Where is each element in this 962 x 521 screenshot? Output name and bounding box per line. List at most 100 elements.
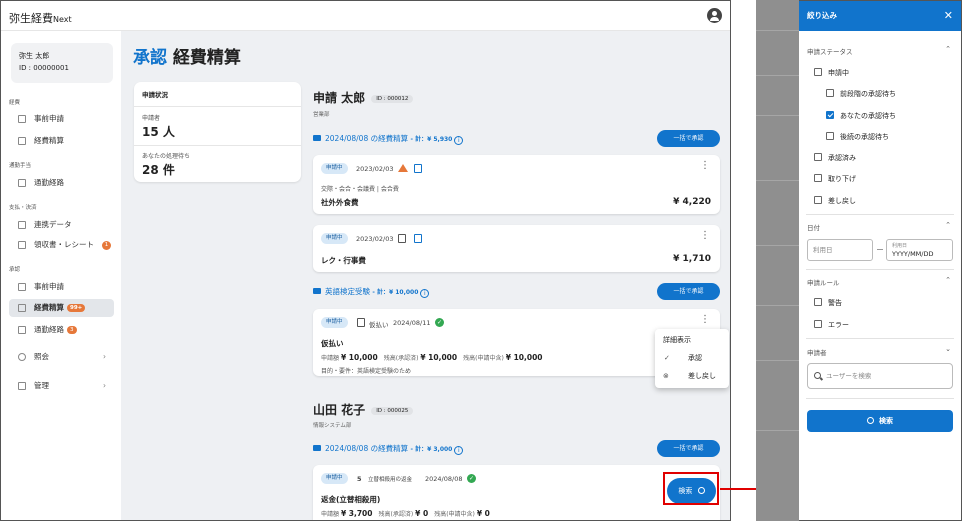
admin-icon [18,382,26,390]
checkbox-approved[interactable]: 承認済み [814,153,856,163]
info-icon[interactable]: i [420,289,430,298]
sidebar-item-query[interactable]: 照会 › [9,348,114,366]
status-chip: 申請中 [321,233,348,244]
filter-panel: 絞り込み ✕ 申請ステータス ⌃ 申請中 前段階の承認待ち あなたの承認待ち 後続… [799,0,962,521]
section-expense: 経費 [9,100,21,106]
expense-name: 社外外食費 [321,198,359,207]
applicant-section-heading: 申請者 [807,349,827,357]
user-search-input[interactable]: ユーザーを検索 [807,363,953,389]
chevron-up-icon[interactable]: ⌃ [945,221,951,229]
sidebar: 弥生 太郎 ID : 00000001 経費 事前申請 経費精算 通勤手当 通勤… [1,31,121,520]
expense-card[interactable]: 申請中 5 立替相殺用の返金 2024/08/08 ✓ 返金(立替相殺用) 申請… [313,465,720,520]
overlay-backdrop[interactable] [756,0,799,521]
more-menu-icon[interactable]: ⋮ [700,230,710,242]
bulk-approve-button[interactable]: 一括で承認 [657,440,720,457]
app-logo[interactable]: 弥生経費Next [9,10,72,26]
settlement-count-badge: 99+ [67,304,86,312]
expense-date: 2023/02/03 [356,165,394,173]
chevron-down-icon[interactable]: ⌄ [945,345,951,353]
receipt-icon [18,241,26,249]
chevron-up-icon[interactable]: ⌃ [945,276,951,284]
refund-icon: 5 [357,475,362,483]
receipt-icon [414,234,422,243]
filter-search-button[interactable]: 検索 [807,410,953,432]
menu-item-reject[interactable]: ⊗ 差し戻し [655,367,729,385]
checkbox-returned[interactable]: 差し戻し [814,196,856,206]
app-window: 弥生経費Next 弥生 太郎 ID : 00000001 経費 事前申請 経費精… [0,0,731,521]
checkbox-withdrawn[interactable]: 取り下げ [814,174,856,184]
expense-group-header[interactable]: 英語検定受験 - 計：¥ 10,000 i [313,286,430,298]
expense-group-header[interactable]: 2024/08/08 の経費精算 - 計：¥ 5,930 i [313,133,464,145]
more-menu-icon[interactable]: ⋮ [700,314,710,326]
date-to-input[interactable]: 利用日 YYYY/MM/DD [886,239,953,261]
top-bar: 弥生経費Next [1,1,730,31]
search-icon [814,372,821,379]
expense-name: 仮払い [321,339,344,348]
applicant-id-badge: ID : 000012 [371,95,414,103]
sidebar-item-commute-route[interactable]: 通勤経路 [9,174,114,192]
expense-name: レク・行事費 [321,256,366,265]
info-icon[interactable]: i [454,136,464,145]
cancel-icon: ⊗ [663,372,669,380]
info-icon[interactable]: i [454,446,464,455]
approve-doc-icon [18,304,26,312]
receipt-icon [18,137,26,145]
close-icon[interactable]: ✕ [944,1,953,31]
status-section-heading: 申請ステータス [807,48,853,56]
folder-icon [313,135,321,141]
route-count-badge: 3 [67,326,77,334]
sidebar-item-expense-settlement[interactable]: 経費精算 [9,132,114,150]
check-circle-icon: ✓ [435,318,444,327]
page-title: 承認 経費精算 [133,48,241,68]
expense-name: 返金(立替相殺用) [321,495,381,504]
expense-kind: 仮払い [369,321,389,329]
bulk-approve-button[interactable]: 一括で承認 [657,283,720,300]
expense-card[interactable]: 申請中 2023/02/03 ⋮ レク・行事費 ¥ 1,710 [313,225,720,272]
expense-date: 2024/08/08 [425,475,463,483]
checkbox-next-approval[interactable]: 後続の承認待ち [826,132,889,142]
walk-icon [18,326,26,334]
checkbox-prev-approval[interactable]: 前段階の承認待ち [826,89,896,99]
sidebar-item-admin[interactable]: 管理 › [9,377,114,395]
folder-icon [313,288,321,294]
comment-icon [398,234,406,243]
advance-icon [357,318,365,327]
section-payment: 支払・決済 [9,205,37,211]
chevron-up-icon[interactable]: ⌃ [945,45,951,53]
expense-kind: 立替相殺用の返金 [368,477,413,483]
rule-section-heading: 申請ルール [807,279,840,287]
filter-panel-header: 絞り込み ✕ [799,1,961,31]
sidebar-item-approval-settlement[interactable]: 経費精算 99+ [9,299,114,317]
menu-item-approve[interactable]: ✓ 承認 [655,349,729,367]
user-card[interactable]: 弥生 太郎 ID : 00000001 [11,43,113,83]
receipt-icon [414,164,422,173]
sidebar-item-linked-data[interactable]: 連携データ [9,216,114,234]
status-card: 申請状況 申請者 15 人 あなたの処理待ち 28 件 [134,82,301,182]
bulk-approve-button[interactable]: 一括で承認 [657,130,720,147]
sidebar-item-approval-preapplication[interactable]: 事前申請 [9,278,114,296]
search-icon [18,353,26,361]
expense-group-header[interactable]: 2024/08/08 の経費精算 - 計：¥ 3,000 i [313,443,464,455]
user-id: ID : 00000001 [19,64,69,72]
search-icon [867,417,874,424]
account-icon[interactable] [707,8,722,23]
checkbox-warning[interactable]: 警告 [814,298,842,308]
checkbox-my-approval[interactable]: あなたの承認待ち [826,111,896,121]
checkbox-pending[interactable]: 申請中 [814,68,849,78]
main-content: 承認 経費精算 申請状況 申請者 15 人 あなたの処理待ち 28 件 申請 太… [121,31,730,520]
expense-date: 2024/08/11 [393,319,431,327]
sidebar-item-approval-route[interactable]: 通勤経路 3 [9,321,114,339]
status-chip: 申請中 [321,163,348,174]
menu-item-details[interactable]: 詳細表示 [655,331,729,349]
expense-card[interactable]: 申請中 2023/02/03 ⋮ 交際・会合・会議費 | 会合費 社外外食費 ¥… [313,155,720,214]
checkbox-error[interactable]: エラー [814,320,849,330]
more-menu-icon[interactable]: ⋮ [700,160,710,172]
data-icon [18,221,26,229]
check-circle-icon: ✓ [467,474,476,483]
date-from-input[interactable]: 利用日 [807,239,873,261]
status-card-heading: 申請状況 [134,82,301,107]
section-approval: 承認 [9,267,21,273]
sidebar-item-preapplication[interactable]: 事前申請 [9,110,114,128]
applicant-name: 山田 花子 ID : 000025 [313,401,414,418]
sidebar-item-receipts[interactable]: 領収書・レシート 1 [9,236,114,254]
